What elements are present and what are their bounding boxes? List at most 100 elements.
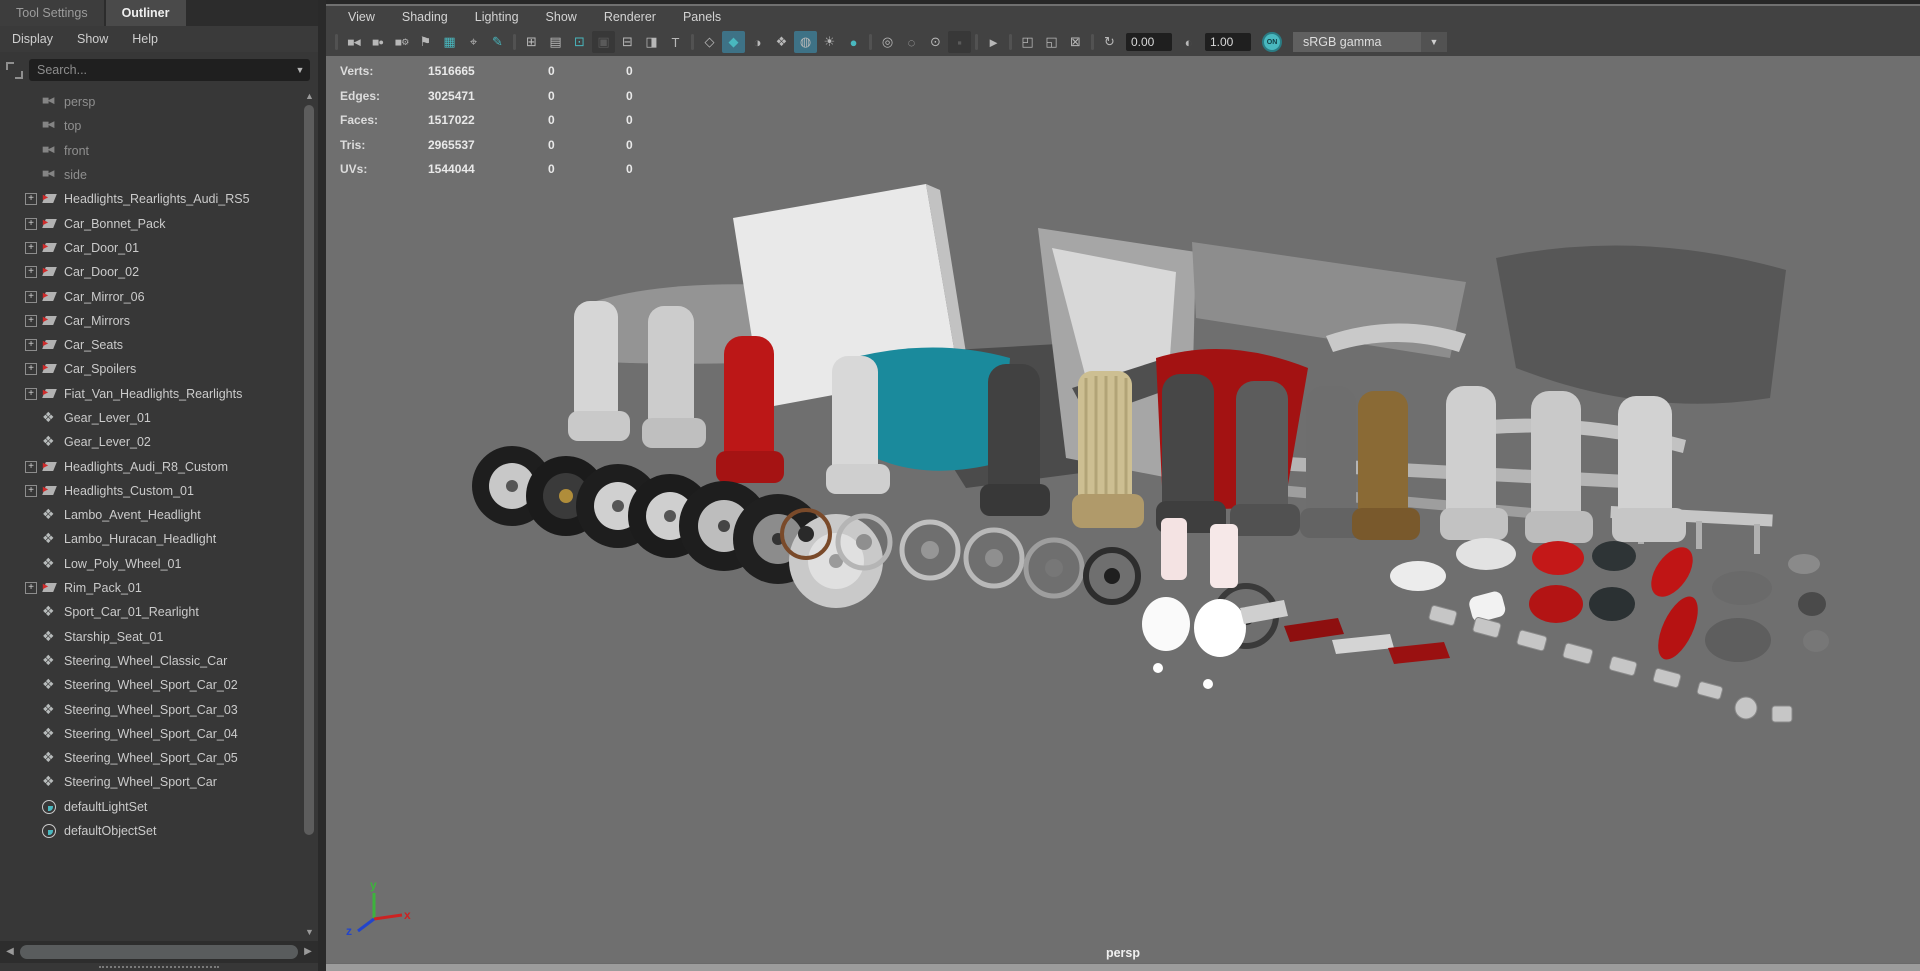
viewport-3d-scene[interactable]	[326, 56, 1920, 963]
tab-outliner[interactable]: Outliner	[105, 0, 186, 26]
panel-resize-grip[interactable]	[0, 963, 318, 971]
color-management-toggle[interactable]: ON	[1262, 32, 1282, 52]
outliner-item[interactable]: Steering_Wheel_Sport_Car_05	[0, 746, 302, 770]
film-gate-icon[interactable]: ▤	[544, 31, 567, 53]
ambient-occlusion-icon[interactable]: ◎	[876, 31, 899, 53]
outliner-item[interactable]: Steering_Wheel_Sport_Car_02	[0, 673, 302, 697]
outliner-item[interactable]: Starship_Seat_01	[0, 625, 302, 649]
expand-toggle[interactable]	[25, 363, 37, 376]
outliner-item[interactable]: Lambo_Huracan_Headlight	[0, 527, 302, 551]
menu-show[interactable]: Show	[77, 32, 108, 46]
outliner-item[interactable]: Gear_Lever_02	[0, 430, 302, 454]
vp-menu-view[interactable]: View	[348, 10, 375, 24]
gate-mask-icon[interactable]: ▣	[592, 31, 615, 53]
exposure-field[interactable]	[1126, 33, 1172, 51]
wireframe-mode-icon[interactable]: ◇	[698, 31, 721, 53]
safe-action-icon[interactable]: ◨	[640, 31, 663, 53]
vp-menu-panels[interactable]: Panels	[683, 10, 721, 24]
scroll-up-icon[interactable]: ▲	[303, 90, 316, 103]
outliner-item[interactable]: Car_Spoilers	[0, 357, 302, 381]
scroll-left-icon[interactable]: ◀	[2, 941, 18, 963]
outliner-item[interactable]: defaultObjectSet	[0, 819, 302, 843]
expand-toggle[interactable]	[25, 266, 37, 279]
expand-toggle[interactable]	[25, 460, 37, 473]
outliner-item[interactable]: side	[0, 163, 302, 187]
camera-attributes-icon[interactable]: ◼⚙	[390, 31, 413, 53]
outliner-item[interactable]: Car_Door_02	[0, 260, 302, 284]
outliner-item[interactable]: Car_Mirrors	[0, 309, 302, 333]
filter-selection-icon[interactable]	[6, 61, 23, 79]
outliner-item[interactable]: persp	[0, 90, 302, 114]
shadows-icon[interactable]: ●	[842, 31, 865, 53]
isolate-select-icon[interactable]: ►	[982, 31, 1005, 53]
toolbar-separator[interactable]	[1006, 31, 1015, 53]
expand-toggle[interactable]	[25, 582, 37, 595]
grease-pencil-icon[interactable]: ✎	[486, 31, 509, 53]
gamma-select[interactable]: sRGB gamma ▼	[1293, 32, 1447, 52]
expand-toggle[interactable]	[25, 314, 37, 327]
outliner-item[interactable]: Car_Seats	[0, 333, 302, 357]
toolbar-separator[interactable]	[688, 31, 697, 53]
toolbar-separator[interactable]	[332, 31, 341, 53]
vp-menu-shading[interactable]: Shading	[402, 10, 448, 24]
outliner-item[interactable]: Rim_Pack_01	[0, 576, 302, 600]
search-input[interactable]	[29, 63, 290, 77]
outliner-item[interactable]: Headlights_Rearlights_Audi_RS5	[0, 187, 302, 211]
outliner-item[interactable]: Low_Poly_Wheel_01	[0, 552, 302, 576]
horizontal-scroll-thumb[interactable]	[20, 945, 298, 959]
vp-menu-renderer[interactable]: Renderer	[604, 10, 656, 24]
textured-mode-icon[interactable]: ❖	[770, 31, 793, 53]
vertical-scroll-thumb[interactable]	[304, 105, 314, 836]
chevron-down-icon[interactable]: ▼	[1421, 32, 1447, 52]
xray-icon[interactable]: ◰	[1016, 31, 1039, 53]
pan-zoom-icon[interactable]: ⌖	[462, 31, 485, 53]
outliner-item[interactable]: top	[0, 114, 302, 138]
toolbar-separator[interactable]	[1088, 31, 1097, 53]
scroll-down-icon[interactable]: ▼	[303, 926, 316, 939]
camera-capture-icon[interactable]: ▪	[948, 31, 971, 53]
toolbar-separator[interactable]	[972, 31, 981, 53]
outliner-item[interactable]: Car_Mirror_06	[0, 284, 302, 308]
outliner-item[interactable]: Car_Door_01	[0, 236, 302, 260]
expand-toggle[interactable]	[25, 484, 37, 497]
material-preview-icon[interactable]: ◑	[746, 31, 769, 53]
contrast-field[interactable]	[1205, 33, 1251, 51]
outliner-item[interactable]: Steering_Wheel_Sport_Car	[0, 770, 302, 794]
outliner-item[interactable]: defaultLightSet	[0, 795, 302, 819]
bookmark-icon[interactable]: ⚑	[414, 31, 437, 53]
multisample-aa-icon[interactable]: ⊙	[924, 31, 947, 53]
toolbar-separator[interactable]	[510, 31, 519, 53]
outliner-item[interactable]: Steering_Wheel_Classic_Car	[0, 649, 302, 673]
horizontal-scrollbar[interactable]: ◀ ▶	[0, 941, 318, 963]
field-chart-icon[interactable]: ⊟	[616, 31, 639, 53]
expand-toggle[interactable]	[25, 241, 37, 254]
outliner-item[interactable]: Gear_Lever_01	[0, 406, 302, 430]
shaded-mode-icon[interactable]: ◆	[722, 31, 745, 53]
menu-help[interactable]: Help	[132, 32, 158, 46]
outliner-item[interactable]: Fiat_Van_Headlights_Rearlights	[0, 382, 302, 406]
expand-toggle[interactable]	[25, 193, 37, 206]
resolution-gate-icon[interactable]: ⊡	[568, 31, 591, 53]
xray-active-icon[interactable]: ◱	[1040, 31, 1063, 53]
outliner-item[interactable]: Car_Bonnet_Pack	[0, 211, 302, 235]
outliner-item[interactable]: Steering_Wheel_Sport_Car_03	[0, 697, 302, 721]
outliner-item[interactable]: Headlights_Audi_R8_Custom	[0, 454, 302, 478]
scroll-right-icon[interactable]: ▶	[300, 941, 316, 963]
expand-toggle[interactable]	[25, 387, 37, 400]
outliner-item[interactable]: front	[0, 139, 302, 163]
image-plane-icon[interactable]: ▦	[438, 31, 461, 53]
grid-icon[interactable]: ⊞	[520, 31, 543, 53]
panel-splitter[interactable]	[318, 0, 326, 971]
expand-toggle[interactable]	[25, 339, 37, 352]
xray-joints-icon[interactable]: ⊠	[1064, 31, 1087, 53]
tab-tool-settings[interactable]: Tool Settings	[0, 0, 104, 26]
toolbar-separator[interactable]	[866, 31, 875, 53]
vp-menu-show[interactable]: Show	[546, 10, 577, 24]
vertical-scrollbar[interactable]: ▲ ▼	[303, 90, 316, 939]
search-dropdown-icon[interactable]: ▼	[290, 65, 310, 75]
wireframe-on-shaded-icon[interactable]: ◍	[794, 31, 817, 53]
outliner-item[interactable]: Sport_Car_01_Rearlight	[0, 600, 302, 624]
outliner-item[interactable]: Headlights_Custom_01	[0, 479, 302, 503]
outliner-item[interactable]: Lambo_Avent_Headlight	[0, 503, 302, 527]
expand-toggle[interactable]	[25, 217, 37, 230]
